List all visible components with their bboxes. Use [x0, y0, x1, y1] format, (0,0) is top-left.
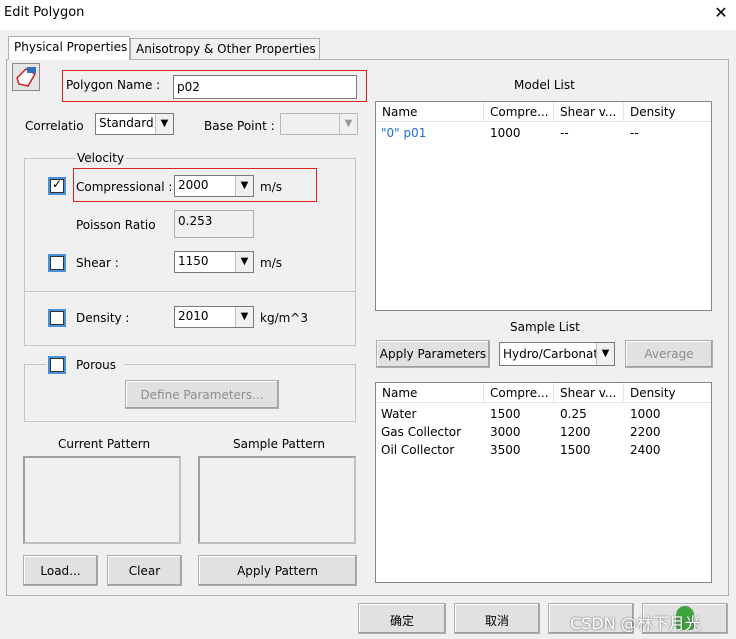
model-row-shear: -- [560, 126, 569, 140]
tab-physical-properties[interactable]: Physical Properties [8, 36, 130, 60]
chevron-down-icon: ▼ [235, 307, 253, 327]
sample-category-value: Hydro/Carbonat [503, 347, 599, 361]
apply-parameters-button[interactable]: Apply Parameters [376, 340, 490, 368]
base-point-label: Base Point : [204, 119, 275, 133]
compressional-value: 2000 [178, 178, 209, 192]
model-col-name[interactable]: Name [376, 102, 484, 122]
close-icon[interactable]: ✕ [712, 4, 730, 22]
shear-select[interactable]: 1150 ▼ [174, 251, 254, 273]
poisson-ratio-label: Poisson Ratio [76, 218, 156, 232]
sample-pattern-preview [198, 456, 356, 544]
model-col-density[interactable]: Density [624, 102, 711, 122]
model-list-title: Model List [514, 78, 575, 92]
table-row[interactable]: Water 1500 0.25 1000 [376, 405, 711, 423]
compressional-select[interactable]: 2000 ▼ [174, 175, 254, 197]
density-unit: kg/m^3 [260, 311, 308, 325]
chevron-down-icon: ▼ [155, 114, 173, 134]
sample-row-density: 1000 [630, 407, 661, 421]
compressional-unit: m/s [260, 180, 282, 194]
sample-col-density[interactable]: Density [624, 383, 711, 403]
chevron-down-icon: ▼ [235, 252, 253, 272]
model-list[interactable]: Name Compre... Shear v... Density "0" p0… [375, 101, 712, 311]
sample-list[interactable]: Name Compre... Shear v... Density Water … [375, 382, 712, 583]
sample-col-name[interactable]: Name [376, 383, 484, 403]
density-select[interactable]: 2010 ▼ [174, 306, 254, 328]
chevron-down-icon: ▼ [596, 343, 614, 365]
sample-col-shear[interactable]: Shear v... [554, 383, 624, 403]
sample-row-shear: 0.25 [560, 407, 587, 421]
chevron-down-icon: ▼ [339, 114, 357, 134]
correlation-select[interactable]: Standard ▼ [95, 113, 174, 135]
table-row[interactable]: "0" p01 1000 -- -- [376, 124, 711, 142]
sample-row-shear: 1200 [560, 425, 591, 439]
compressional-checkbox[interactable]: ✓ [50, 177, 64, 193]
porous-label: Porous [76, 358, 117, 372]
table-row[interactable]: Oil Collector 3500 1500 2400 [376, 441, 711, 459]
title-bar: Edit Polygon ✕ [0, 0, 736, 30]
checkmark-icon: ✓ [52, 177, 63, 191]
density-value: 2010 [178, 309, 209, 323]
table-row[interactable]: Gas Collector 3000 1200 2200 [376, 423, 711, 441]
model-col-shear[interactable]: Shear v... [554, 102, 624, 122]
sample-col-compressional[interactable]: Compre... [484, 383, 554, 403]
sample-pattern-label: Sample Pattern [233, 437, 325, 451]
cancel-button[interactable]: 取消 [454, 603, 540, 634]
ok-button[interactable]: 确定 [358, 603, 446, 634]
sample-row-compressional: 3500 [490, 443, 521, 457]
define-parameters-button[interactable]: Define Parameters... [125, 380, 279, 409]
velocity-caption: Velocity [75, 151, 127, 165]
poisson-ratio-field: 0.253 [174, 210, 254, 238]
model-row-name: "0" p01 [381, 126, 427, 140]
shear-unit: m/s [260, 256, 282, 270]
current-pattern-label: Current Pattern [58, 437, 151, 451]
chevron-down-icon: ▼ [235, 176, 253, 196]
base-point-select[interactable]: ▼ [280, 113, 358, 135]
correlation-label: Correlatio [25, 119, 84, 133]
density-checkbox[interactable] [50, 311, 64, 325]
sample-row-compressional: 3000 [490, 425, 521, 439]
sample-row-name: Gas Collector [381, 425, 462, 439]
tab-anisotropy[interactable]: Anisotropy & Other Properties [130, 38, 320, 60]
compressional-label: Compressional : [76, 180, 173, 194]
sample-list-title: Sample List [510, 320, 580, 334]
load-pattern-button[interactable]: Load... [23, 555, 98, 586]
apply-pattern-button[interactable]: Apply Pattern [198, 555, 357, 586]
sample-row-density: 2400 [630, 443, 661, 457]
model-col-compressional[interactable]: Compre... [484, 102, 554, 122]
sample-row-density: 2200 [630, 425, 661, 439]
window-title: Edit Polygon [4, 5, 85, 20]
shear-label: Shear : [76, 256, 119, 270]
current-pattern-preview [23, 456, 181, 544]
average-button[interactable]: Average [625, 340, 713, 368]
polygon-name-label: Polygon Name : [66, 78, 161, 92]
correlation-value: Standard [99, 116, 154, 130]
polygon-name-input[interactable]: p02 [173, 75, 357, 99]
porous-checkbox[interactable] [50, 358, 64, 372]
clear-pattern-button[interactable]: Clear [107, 555, 182, 586]
sample-category-select[interactable]: Hydro/Carbonat ▼ [499, 342, 615, 366]
sample-row-name: Water [381, 407, 417, 421]
shear-checkbox[interactable] [50, 256, 64, 270]
sample-row-name: Oil Collector [381, 443, 455, 457]
model-row-density: -- [630, 126, 639, 140]
polygon-icon [12, 63, 40, 91]
watermark: CSDN @林下月光 [570, 614, 701, 633]
sample-row-compressional: 1500 [490, 407, 521, 421]
model-row-compressional: 1000 [490, 126, 521, 140]
density-label: Density : [76, 311, 130, 325]
shear-value: 1150 [178, 254, 209, 268]
sample-row-shear: 1500 [560, 443, 591, 457]
